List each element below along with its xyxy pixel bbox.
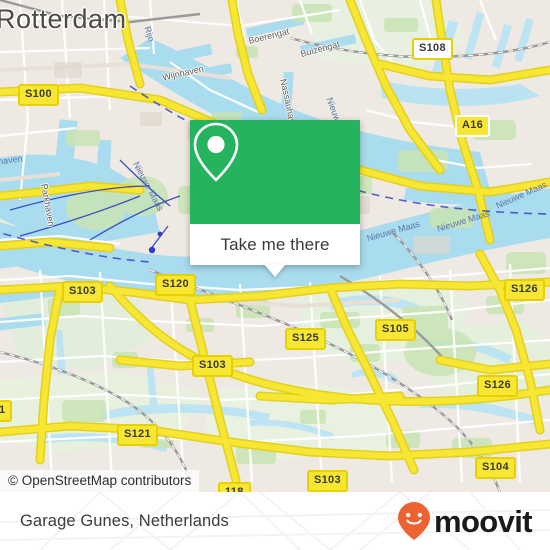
moovit-pin-smiley-icon <box>397 502 430 540</box>
map-screenshot: Rotterdam Boerengat Buizengat Wijnhaven … <box>0 0 550 550</box>
road-shield-s126[interactable]: S126 <box>477 375 518 397</box>
road-shield-s103[interactable]: S103 <box>62 281 103 303</box>
place-name-label: Garage Gunes, Netherlands <box>20 511 229 530</box>
road-shield-118[interactable]: 118 <box>218 482 251 492</box>
map-pin-icon <box>193 122 239 182</box>
road-shield-s108[interactable]: S108 <box>412 38 453 60</box>
road-shield-s126[interactable]: S126 <box>504 279 545 301</box>
road-shield-s103[interactable]: S103 <box>192 355 233 377</box>
road-shield-s103[interactable]: S103 <box>307 470 348 492</box>
card-header <box>190 120 360 224</box>
road-shield-a16[interactable]: A16 <box>455 115 491 137</box>
take-me-there-label: Take me there <box>220 234 330 254</box>
location-info-card[interactable]: Take me there <box>190 120 360 277</box>
road-shield-s100[interactable]: S100 <box>18 84 59 106</box>
footer-bar: Garage Gunes, Netherlands moovit <box>0 492 550 550</box>
road-shield-s121[interactable]: S121 <box>117 424 158 446</box>
card-pointer <box>264 264 286 277</box>
road-shield-s125[interactable]: S125 <box>285 328 326 350</box>
moovit-wordmark: moovit <box>433 503 533 539</box>
map-canvas[interactable]: Rotterdam Boerengat Buizengat Wijnhaven … <box>0 0 550 492</box>
road-shield-partial-left[interactable]: 1 <box>0 400 13 422</box>
card-footer[interactable]: Take me there <box>190 224 360 277</box>
moovit-brand[interactable]: moovit <box>397 501 533 541</box>
road-shield-s120[interactable]: S120 <box>155 274 196 296</box>
road-shield-s104[interactable]: S104 <box>475 457 516 479</box>
road-shield-s105[interactable]: S105 <box>375 319 416 341</box>
osm-attribution[interactable]: © OpenStreetMap contributors <box>0 470 200 492</box>
